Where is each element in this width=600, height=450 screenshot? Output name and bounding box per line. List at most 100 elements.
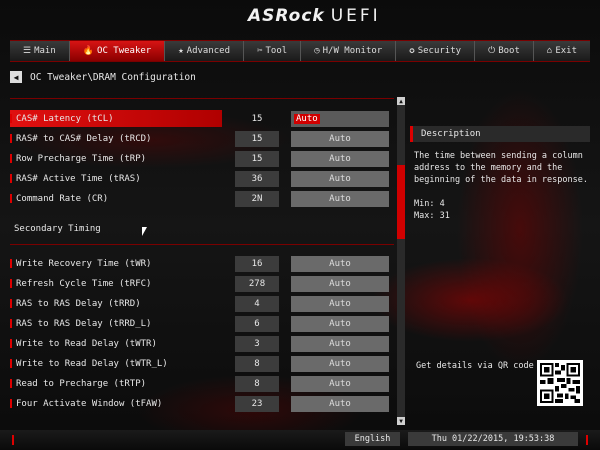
language-button[interactable]: English	[345, 432, 400, 446]
setting-label: Read to Precharge (tRTP)	[10, 375, 222, 392]
qr-code-icon[interactable]	[537, 360, 583, 406]
tab-exit[interactable]: ⌂ Exit	[534, 41, 590, 61]
setting-current-value: 3	[235, 335, 279, 352]
setting-label: Write to Read Delay (tWTR_L)	[10, 355, 222, 372]
brand-logo: ASRock UEFI	[248, 6, 381, 26]
power-icon: ⏻	[488, 46, 496, 56]
setting-row-twtr[interactable]: Write to Read Delay (tWTR) 3 Auto	[10, 335, 394, 352]
tab-main[interactable]: ☰ Main	[10, 41, 70, 61]
star-icon: ★	[178, 46, 184, 56]
qr-code-graphic	[540, 363, 580, 403]
divider	[10, 98, 394, 99]
setting-current-value: 15	[251, 113, 263, 124]
setting-current-value: 8	[235, 355, 279, 372]
main-nav: ☰ Main 🔥 OC Tweaker ★ Advanced ✂ Tool ◷ H/W M…	[10, 40, 590, 62]
setting-current-value: 15	[235, 130, 279, 147]
setting-current-value: 4	[235, 295, 279, 312]
tool-icon: ✂	[257, 46, 263, 56]
scrollbar[interactable]: ▲ ▼	[397, 97, 405, 425]
tab-label: Main	[34, 46, 56, 56]
logo-main: ASRock	[248, 6, 325, 26]
qr-caption: Get details via QR code	[416, 361, 534, 371]
tab-label: Exit	[555, 46, 578, 56]
setting-dropdown[interactable]: Auto	[291, 315, 389, 332]
shield-icon: ✪	[409, 46, 415, 56]
setting-label: Four Activate Window (tFAW)	[10, 395, 222, 412]
setting-dropdown[interactable]: Auto	[291, 375, 389, 392]
settings-list: CAS# Latency (tCL) 15 Auto RAS# to CAS# …	[10, 96, 394, 426]
description-min: Min: 4	[414, 199, 445, 209]
scroll-thumb[interactable]	[397, 165, 405, 239]
description-header: Description	[410, 126, 590, 142]
setting-row-tras[interactable]: RAS# Active Time (tRAS) 36 Auto	[10, 170, 394, 187]
setting-dropdown[interactable]: Auto	[291, 190, 389, 207]
setting-dropdown[interactable]: Auto	[291, 170, 389, 187]
setting-dropdown[interactable]: Auto	[291, 130, 389, 147]
setting-option: Auto	[294, 113, 320, 124]
setting-dropdown[interactable]: Auto	[291, 150, 389, 167]
setting-row-trfc[interactable]: Refresh Cycle Time (tRFC) 278 Auto	[10, 275, 394, 292]
setting-label: Write to Read Delay (tWTR)	[10, 335, 222, 352]
setting-current-value: 6	[235, 315, 279, 332]
section-title-secondary: Secondary Timing	[14, 224, 101, 234]
setting-current-value: 15	[235, 150, 279, 167]
header: ASRock UEFI	[0, 0, 600, 36]
setting-dropdown[interactable]: Auto	[291, 295, 389, 312]
setting-label: Row Precharge Time (tRP)	[10, 150, 222, 167]
setting-row-tfaw[interactable]: Four Activate Window (tFAW) 23 Auto	[10, 395, 394, 412]
tab-label: OC Tweaker	[97, 46, 152, 56]
setting-row-trrd-l[interactable]: RAS to RAS Delay (tRRD_L) 6 Auto	[10, 315, 394, 332]
setting-row-trcd[interactable]: RAS# to CAS# Delay (tRCD) 15 Auto	[10, 130, 394, 147]
setting-current-value: 278	[235, 275, 279, 292]
setting-current-value: 23	[235, 395, 279, 412]
exit-icon: ⌂	[546, 46, 553, 56]
setting-dropdown[interactable]: Auto	[291, 355, 389, 372]
setting-row-twr[interactable]: Write Recovery Time (tWR) 16 Auto	[10, 255, 394, 272]
setting-row-twtr-l[interactable]: Write to Read Delay (tWTR_L) 8 Auto	[10, 355, 394, 372]
tab-label: Boot	[498, 46, 520, 56]
flame-icon: 🔥	[82, 46, 95, 56]
setting-current-value: 16	[235, 255, 279, 272]
tab-label: H/W Monitor	[322, 46, 383, 56]
tab-label: Tool	[265, 46, 288, 56]
setting-row-cr[interactable]: Command Rate (CR) 2N Auto	[10, 190, 394, 207]
setting-dropdown[interactable]: Auto	[291, 110, 389, 127]
footer-marker	[586, 435, 588, 445]
setting-row-trp[interactable]: Row Precharge Time (tRP) 15 Auto	[10, 150, 394, 167]
tab-tool[interactable]: ✂ Tool	[244, 41, 302, 61]
scroll-up-icon[interactable]: ▲	[397, 97, 405, 105]
divider	[10, 244, 394, 245]
tab-hw-monitor[interactable]: ◷ H/W Monitor	[301, 41, 397, 61]
datetime-display: Thu 01/22/2015, 19:53:38	[408, 432, 578, 446]
tab-label: Security	[417, 46, 462, 56]
setting-current-value: 8	[235, 375, 279, 392]
tab-security[interactable]: ✪ Security	[396, 41, 476, 61]
setting-label: Write Recovery Time (tWR)	[10, 255, 222, 272]
scroll-down-icon[interactable]: ▼	[397, 417, 405, 425]
tab-advanced[interactable]: ★ Advanced	[165, 41, 245, 61]
setting-row-tcl[interactable]: CAS# Latency (tCL) 15 Auto	[10, 110, 394, 127]
description-body: The time between sending a column addres…	[414, 150, 594, 222]
setting-dropdown[interactable]: Auto	[291, 395, 389, 412]
setting-dropdown[interactable]: Auto	[291, 335, 389, 352]
back-arrow-icon[interactable]: ◀	[10, 71, 22, 83]
setting-current-value: 36	[235, 170, 279, 187]
tab-label: Advanced	[186, 46, 231, 56]
mouse-cursor-icon	[142, 227, 147, 236]
description-text: The time between sending a column addres…	[414, 151, 588, 185]
description-max: Max: 31	[414, 211, 450, 221]
setting-dropdown[interactable]: Auto	[291, 275, 389, 292]
setting-label: RAS to RAS Delay (tRRD)	[10, 295, 222, 312]
logo-sub: UEFI	[330, 6, 381, 26]
footer-marker	[12, 435, 14, 445]
setting-label: RAS to RAS Delay (tRRD_L)	[10, 315, 222, 332]
menu-icon: ☰	[23, 46, 32, 56]
setting-label: RAS# to CAS# Delay (tRCD)	[10, 130, 222, 147]
setting-row-trrd[interactable]: RAS to RAS Delay (tRRD) 4 Auto	[10, 295, 394, 312]
setting-label: CAS# Latency (tCL)	[10, 110, 222, 127]
tab-oc-tweaker[interactable]: 🔥 OC Tweaker	[69, 41, 166, 61]
breadcrumb-path: OC Tweaker\DRAM Configuration	[30, 71, 196, 83]
setting-dropdown[interactable]: Auto	[291, 255, 389, 272]
setting-row-trtp[interactable]: Read to Precharge (tRTP) 8 Auto	[10, 375, 394, 392]
tab-boot[interactable]: ⏻ Boot	[475, 41, 534, 61]
